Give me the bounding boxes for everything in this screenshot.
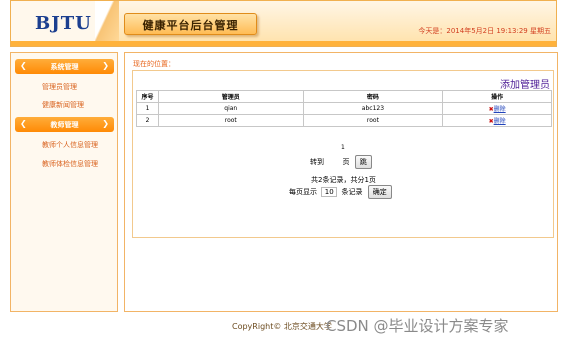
delete-link[interactable]: 删除 xyxy=(494,106,506,113)
main-panel: 现在的位置： 添加管理员 序号 管理员 密码 操作 1 qian abc123 … xyxy=(124,52,558,312)
cell-admin: root xyxy=(157,114,304,127)
cell-action: ✖删除 xyxy=(442,102,552,115)
breadcrumb: 现在的位置： xyxy=(133,60,175,68)
delete-link[interactable]: 删除 xyxy=(494,118,506,125)
jump-label: 转到 xyxy=(310,158,324,166)
record-summary: 共2条记录，共分1页 xyxy=(311,176,376,184)
sidebar-item-teacher-info[interactable]: 教师个人信息管理 xyxy=(42,140,98,150)
page-unit: 页 xyxy=(342,158,350,166)
logo: BJTU xyxy=(35,13,92,34)
logo-panel: BJTU xyxy=(11,1,104,43)
current-page-number[interactable]: 1 xyxy=(341,144,345,151)
column-header: 密码 xyxy=(302,90,444,103)
sidebar-section-system[interactable]: ❮ 系统管理 ❯ xyxy=(15,59,114,74)
chevron-right-icon: ❯ xyxy=(102,119,109,128)
table-row: 1 qian abc123 ✖删除 xyxy=(136,102,552,115)
sidebar-section-teacher[interactable]: ❮ 教师管理 ❯ xyxy=(15,117,114,132)
jump-button[interactable]: 跳 xyxy=(354,155,372,169)
header-divider xyxy=(95,1,119,43)
cell-admin: qian xyxy=(157,102,304,115)
sidebar: ❮ 系统管理 ❯ 管理员管理 健康新闻管理 ❮ 教师管理 ❯ 教师个人信息管理 … xyxy=(10,52,118,312)
header: BJTU 健康平台后台管理 今天是：2014年5月2日 19:13:29 星期五 xyxy=(10,0,557,47)
sidebar-section-label: 教师管理 xyxy=(50,121,79,129)
column-header: 操作 xyxy=(442,90,552,103)
footer-copyright: CopyRight© 北京交通大学 xyxy=(232,322,332,331)
cell-password: root xyxy=(302,114,444,127)
per-page-unit: 条记录 xyxy=(341,188,363,196)
confirm-button[interactable]: 确定 xyxy=(367,185,392,199)
sidebar-item-health-news[interactable]: 健康新闻管理 xyxy=(42,100,84,110)
sidebar-item-teacher-checkup[interactable]: 教师体检信息管理 xyxy=(42,159,98,169)
per-page-row: 每页显示 10 条记录 确定 xyxy=(289,185,392,199)
cell-password: abc123 xyxy=(302,102,444,115)
per-page-input[interactable]: 10 xyxy=(321,187,338,197)
per-page-label: 每页显示 xyxy=(289,188,317,196)
watermark: CSDN @毕业设计方案专家 xyxy=(326,317,509,335)
cell-index: 1 xyxy=(136,102,159,115)
date-text: 今天是：2014年5月2日 19:13:29 星期五 xyxy=(418,27,551,35)
app-title-box: 健康平台后台管理 xyxy=(124,13,257,35)
admin-table: 序号 管理员 密码 操作 1 qian abc123 ✖删除 2 root ro… xyxy=(136,90,552,127)
table-header-row: 序号 管理员 密码 操作 xyxy=(136,90,552,103)
jump-row: 转到 页 跳 xyxy=(310,155,372,169)
chevron-right-icon: ❯ xyxy=(102,61,109,70)
add-admin-link[interactable]: 添加管理员 xyxy=(500,76,550,91)
table-row: 2 root root ✖删除 xyxy=(136,114,552,127)
content-box: 添加管理员 序号 管理员 密码 操作 1 qian abc123 ✖删除 2 r… xyxy=(132,70,554,238)
app-title: 健康平台后台管理 xyxy=(142,19,239,32)
cell-index: 2 xyxy=(136,114,159,127)
sidebar-section-label: 系统管理 xyxy=(50,63,79,71)
cell-action: ✖删除 xyxy=(442,114,552,127)
sidebar-item-admin-manage[interactable]: 管理员管理 xyxy=(42,82,77,92)
column-header: 管理员 xyxy=(157,90,304,103)
header-stripe xyxy=(11,41,556,46)
column-header: 序号 xyxy=(136,90,159,103)
